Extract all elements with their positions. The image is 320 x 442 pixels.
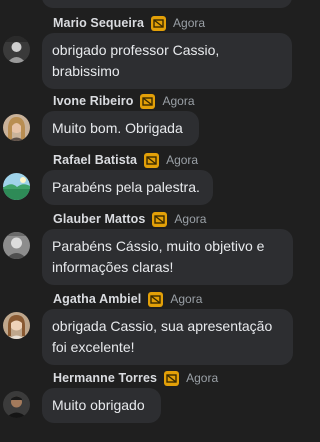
message-bubble: Muito obrigado: [42, 388, 161, 423]
timestamp: Agora: [170, 292, 203, 306]
timestamp: Agora: [174, 212, 207, 226]
message-meta: Ivone Ribeiro Agora: [53, 93, 195, 109]
message-meta: Mario Sequeira Agora: [53, 15, 205, 31]
host-badge-icon: [164, 370, 180, 386]
message-line: informações claras!: [52, 259, 174, 275]
avatar[interactable]: [3, 312, 30, 339]
avatar-image: [3, 114, 30, 141]
avatar-image: [3, 232, 30, 259]
host-badge-icon: [144, 152, 160, 168]
host-badge-icon: [140, 93, 156, 109]
message-bubble: obrigada Cassio, sua apresentação foi ex…: [42, 309, 293, 365]
author-name: Glauber Mattos: [53, 212, 146, 226]
author-name: Ivone Ribeiro: [53, 94, 134, 108]
message-meta: Agatha Ambiel Agora: [53, 291, 202, 307]
previous-message-bubble: [42, 0, 292, 8]
avatar[interactable]: [3, 114, 30, 141]
avatar-image: [3, 391, 30, 418]
timestamp: Agora: [166, 153, 199, 167]
message-bubble: obrigado professor Cassio, brabissimo: [42, 33, 292, 89]
message-line: brabissimo: [52, 63, 120, 79]
timestamp: Agora: [173, 16, 206, 30]
author-name: Rafael Batista: [53, 153, 138, 167]
message-line: obrigado professor Cassio,: [52, 42, 220, 58]
message-meta: Hermanne Torres Agora: [53, 370, 218, 386]
avatar[interactable]: [3, 391, 30, 418]
avatar-image: [3, 312, 30, 339]
host-badge-icon: [148, 291, 164, 307]
timestamp: Agora: [186, 371, 219, 385]
message-bubble: Parabéns pela palestra.: [42, 170, 213, 205]
avatar-image: [3, 173, 30, 200]
message-meta: Rafael Batista Agora: [53, 152, 198, 168]
message-line: Parabéns Cássio, muito objetivo e: [52, 238, 265, 254]
avatar-image: [3, 36, 30, 63]
chat-panel: Mario Sequeira Agora obrigado professor …: [0, 0, 318, 442]
message-line: foi excelente!: [52, 339, 135, 355]
author-name: Mario Sequeira: [53, 16, 145, 30]
host-badge-icon: [151, 15, 167, 31]
avatar[interactable]: [3, 173, 30, 200]
message-line: Muito obrigado: [52, 397, 145, 413]
author-name: Hermanne Torres: [53, 371, 158, 385]
message-line: obrigada Cassio, sua apresentação: [52, 318, 273, 334]
author-name: Agatha Ambiel: [53, 292, 142, 306]
host-badge-icon: [152, 211, 168, 227]
avatar[interactable]: [3, 232, 30, 259]
message-line: Muito bom. Obrigada: [52, 120, 183, 136]
avatar[interactable]: [3, 36, 30, 63]
message-bubble: Parabéns Cássio, muito objetivo e inform…: [42, 229, 293, 285]
message-bubble: Muito bom. Obrigada: [42, 111, 199, 146]
timestamp: Agora: [162, 94, 195, 108]
message-meta: Glauber Mattos Agora: [53, 211, 206, 227]
message-line: Parabéns pela palestra.: [52, 179, 200, 195]
